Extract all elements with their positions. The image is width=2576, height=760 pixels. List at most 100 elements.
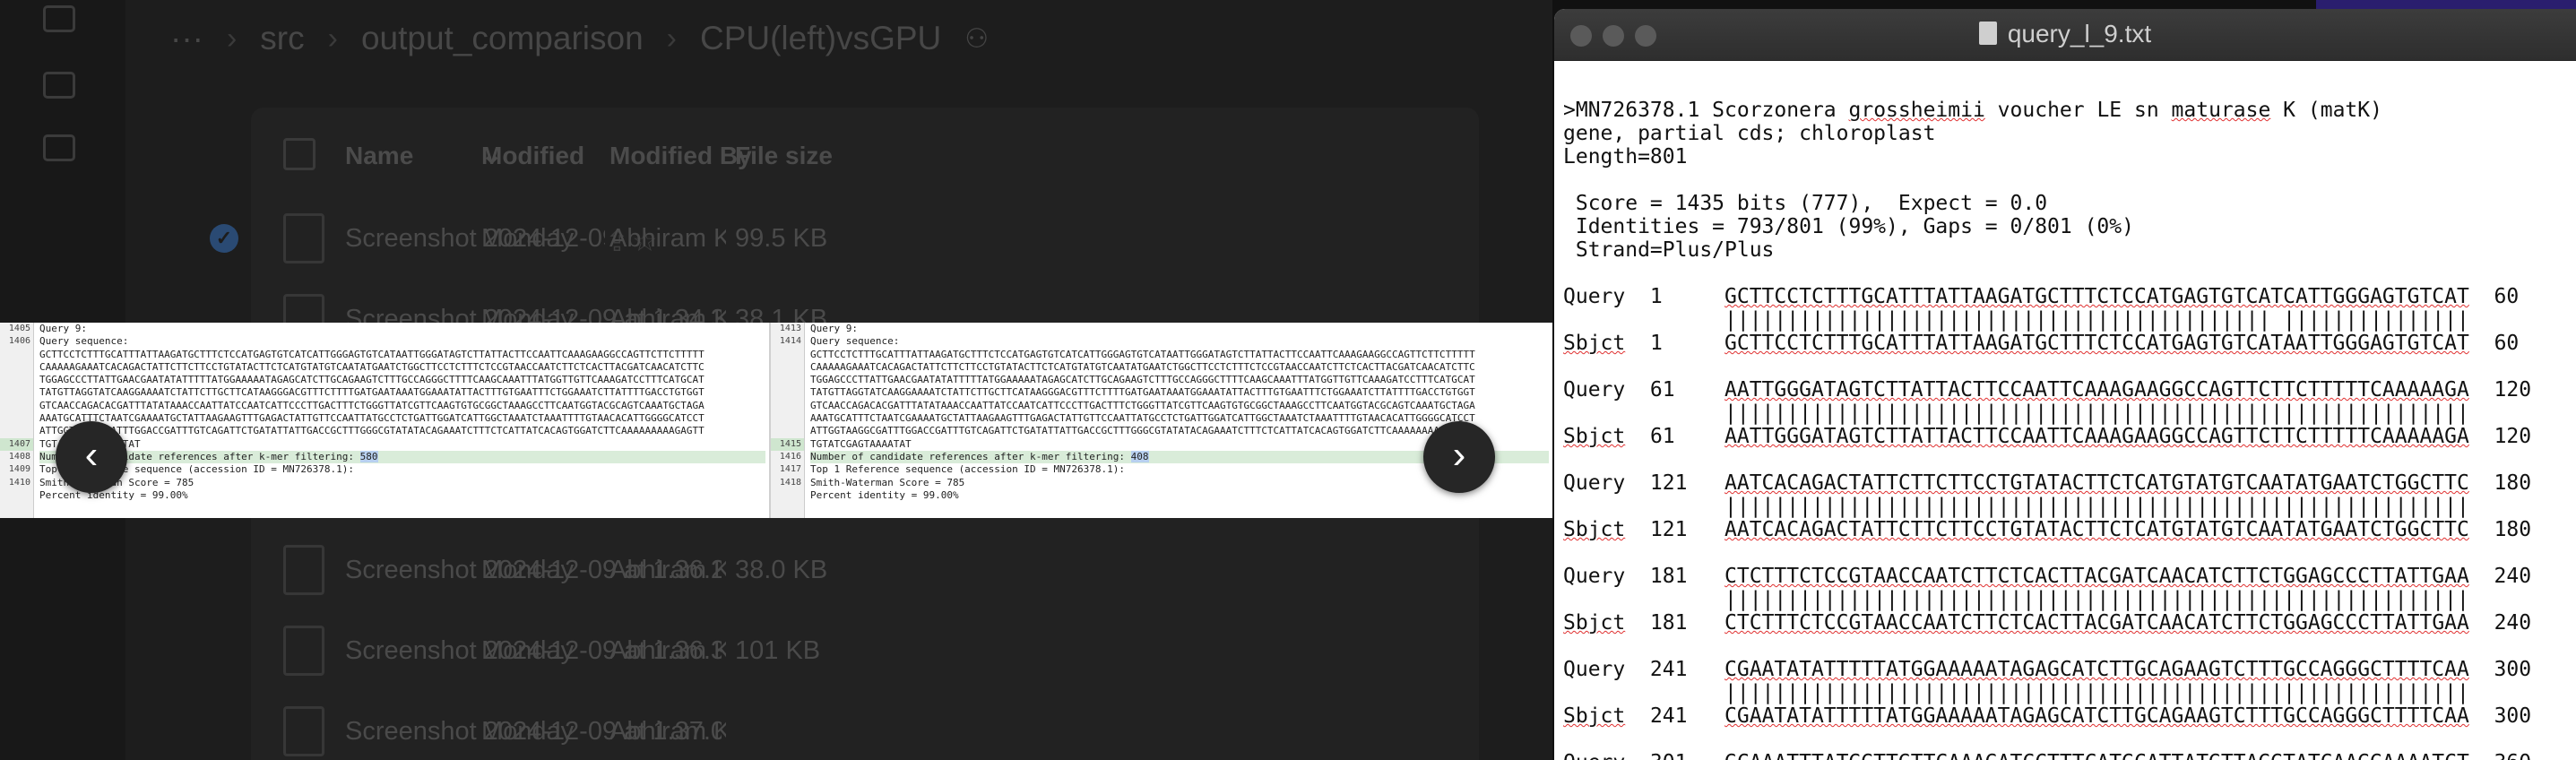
checkmark-icon[interactable]: ✓ [210, 224, 238, 253]
file-modified-by: Abhiram Kandiyana [609, 717, 726, 746]
code-line: Smith-Waterman Score = 785 [39, 476, 194, 488]
spellcheck-underline[interactable]: grossheimii [1849, 99, 1985, 122]
file-modified: Monday at 10:3... [481, 636, 580, 665]
code-line: TATGTTAGGTATCAAGGAAAATCTATTCTTGCTTCATAAG… [810, 386, 1475, 399]
file-modified: Monday at 10:3... [481, 717, 580, 746]
spellcheck-underline[interactable]: AATTGGGATAGTCTTATTACTTCCAATTCAAAGAAGGCCA… [1725, 425, 2469, 448]
spellcheck-underline[interactable]: GCTTCCTCTTTGCATTTATTAAGATGCTTTCTCCATGAGT… [1725, 332, 2469, 355]
spellcheck-underline[interactable]: Sbjct [1563, 611, 1625, 635]
file-type-icon [283, 138, 316, 170]
line-number: 1407 [0, 437, 33, 451]
image-file-icon [283, 213, 324, 263]
candidate-count-highlight: 408 [1130, 450, 1149, 462]
window-title: query_l_9.txt [1554, 20, 2576, 48]
spellcheck-underline[interactable]: AATTGGGATAGTCTTATTACTTCCAATTCAAAGAAGGCCA… [1725, 378, 2469, 402]
window-titlebar[interactable]: query_l_9.txt [1554, 9, 2576, 61]
add-icon[interactable] [43, 5, 75, 32]
spellcheck-underline[interactable]: AATCACAGACTATTCTTCTTCCTGTATACTTCTCATGTAT… [1725, 471, 2469, 495]
text-content[interactable]: >MN726378.1 Scorzonera grossheimii vouch… [1563, 99, 2576, 760]
spellcheck-underline[interactable]: AATCACAGACTATTCTTCTTCCTGTATACTTCTCATGTAT… [1725, 518, 2469, 541]
image-preview: 1405 1406 1407 1408 1409 1410 Query 9: Query s… [0, 323, 1552, 518]
spellcheck-underline[interactable]: CGAATATATTTTTATGGAAAAATAGAGCATCTTGCAGAAG… [1725, 704, 2469, 728]
spellcheck-underline[interactable]: CTCTTTCTCCGTAACCAATCTTCTCACTTACGATCAACAT… [1725, 565, 2469, 588]
file-row[interactable]: Screenshot 2024-12-09 at 1.36.23 PM.png … [251, 529, 1479, 609]
code-line: Query sequence: [39, 335, 129, 348]
subject-alignment-line: Sbjct 181 CTCTTTCTCCGTAACCAATCTTCTCACTTA… [1563, 611, 2532, 635]
subject-alignment-line: Sbjct 61 AATTGGGATAGTCTTATTACTTCCAATTCAA… [1563, 425, 2532, 448]
line-number: 1416 [779, 451, 801, 462]
breadcrumb-item-src[interactable]: src [260, 20, 304, 57]
file-modified: Monday at 10:3... [481, 556, 580, 584]
next-image-button[interactable]: › [1423, 421, 1495, 493]
line-number-gutter: 1405 1406 1407 1408 1409 1410 [0, 323, 34, 518]
hit-header-line: gene, partial cds; chloroplast [1563, 122, 1936, 145]
line-number: 1408 [8, 451, 30, 462]
column-name[interactable]: Name [345, 142, 413, 170]
column-header-row: Name ⌄ Modified Modified By File size [251, 127, 1479, 181]
spellcheck-underline[interactable]: Sbjct [1563, 332, 1625, 355]
code-text: Number of candidate references after k-m… [810, 450, 1131, 462]
code-line: Top 1 Reference sequence (accession ID =… [39, 463, 354, 476]
line-number [771, 425, 804, 437]
breadcrumb-item-output-comparison[interactable]: output_comparison [361, 20, 644, 57]
line-number-gutter: 1413 1414 1415 1416 1417 1418 [771, 323, 805, 518]
file-modified-by: Abhiram Kandiyana [609, 224, 726, 253]
file-row[interactable]: Screenshot 2024-12-09 at 1.37.00 PM.png … [251, 690, 1479, 760]
folder-icon[interactable] [43, 72, 75, 99]
query-alignment-line: Query 241 CGAATATATTTTTATGGAAAAATAGAGCAT… [1563, 658, 2532, 681]
code-line: Percent identity = 99.00% [810, 488, 959, 501]
spellcheck-underline[interactable]: Sbjct [1563, 704, 1625, 728]
code-line: AAATGCATTTCTAATCGAAAATGCTATTAAGAAGTTTGAG… [810, 412, 1475, 425]
line-number [771, 400, 804, 412]
column-modified[interactable]: Modified [481, 142, 584, 170]
line-number: 1417 [779, 464, 801, 475]
line-number: 1405 [8, 324, 30, 333]
match-line: ||||||||||||||||||||||||||||||||||||||||… [1563, 681, 2469, 704]
line-number: 1409 [8, 464, 30, 475]
subject-alignment-line: Sbjct 121 AATCACAGACTATTCTTCTTCCTGTATACT… [1563, 518, 2532, 541]
chevron-right-icon: › [226, 21, 238, 56]
spellcheck-underline[interactable]: CTCTTTCTCCGTAACCAATCTTCTCACTTACGATCAACAT… [1725, 611, 2469, 635]
chevron-right-icon: › [666, 21, 677, 56]
query-alignment-line: Query 121 AATCACAGACTATTCTTCTTCCTGTATACT… [1563, 471, 2532, 495]
more-options-icon[interactable]: ··· [170, 20, 203, 57]
shared-folder-icon[interactable] [43, 134, 75, 161]
code-line: GTCAACCAGACACGATTTATATAAACCAATTATCCAATCA… [810, 399, 1475, 411]
file-size: 101 KB [735, 636, 821, 665]
file-modified-by: Abhiram Kandiyana [609, 636, 726, 665]
code-line: Percent identity = 99.00% [39, 488, 188, 501]
column-file-size[interactable]: File size [735, 142, 833, 170]
match-line: ||||||||||||||||||||||||||||||||||||||||… [1563, 588, 2469, 611]
match-line: ||||||||||||||||||||||||||||||||||||||||… [1563, 495, 2469, 518]
candidate-count-highlight: 580 [359, 450, 378, 462]
line-number: 1406 [8, 336, 30, 347]
alignment-stat-line: Identities = 793/801 (99%), Gaps = 0/801… [1563, 215, 2134, 238]
spellcheck-underline[interactable]: GCTTCCTCTTTGCATTTATTAAGATGCTTTCTCCATGAGT… [1725, 285, 2469, 308]
line-number [0, 386, 33, 399]
line-number [771, 361, 804, 374]
breadcrumb-item-current[interactable]: CPU(left)vsGPU [700, 20, 941, 57]
shared-people-icon: ⚇ [964, 23, 990, 54]
image-file-icon [283, 626, 324, 676]
spellcheck-underline[interactable]: Sbjct [1563, 518, 1625, 541]
file-row[interactable]: Screenshot 2024-12-09 at 1.36.36 PM.png … [251, 609, 1479, 690]
query-alignment-line: Query 181 CTCTTTCTCCGTAACCAATCTTCTCACTTA… [1563, 565, 2532, 588]
spellcheck-underline[interactable]: Sbjct [1563, 425, 1625, 448]
hit-length-line: Length=801 [1563, 145, 1688, 168]
query-alignment-line: Query 61 AATTGGGATAGTCTTATTACTTCCAATTCAA… [1563, 378, 2532, 402]
line-number [0, 425, 33, 437]
spellcheck-underline[interactable]: maturase [2172, 99, 2271, 122]
spellcheck-underline[interactable]: CGAATATATTTTTATGGAAAAATAGAGCATCTTGCAGAAG… [1725, 658, 2469, 681]
match-line: ||||||||||||||||||||||||||||||||||||||||… [1563, 308, 2469, 332]
line-number [771, 374, 804, 386]
column-modified-by[interactable]: Modified By [609, 142, 752, 170]
file-row[interactable]: ✓ Screenshot 2024-12-09 at ... ⇪ ☆ Monda… [210, 197, 1479, 278]
alignment-stat-line: Score = 1435 bits (777), Expect = 0.0 [1563, 192, 2048, 215]
previous-image-button[interactable]: ‹ [56, 421, 127, 493]
